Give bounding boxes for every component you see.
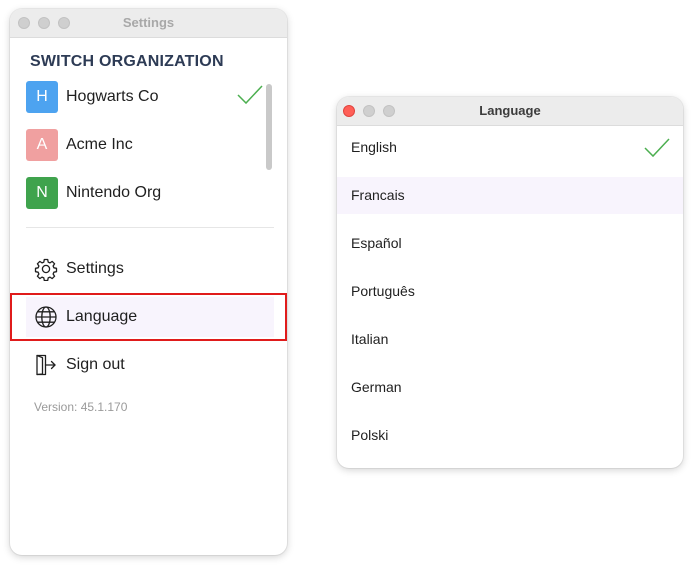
divider — [26, 227, 274, 228]
org-name: Hogwarts Co — [66, 88, 159, 105]
org-list-scrollbar[interactable] — [266, 84, 272, 170]
language-option-portugues[interactable]: Português — [337, 273, 683, 310]
language-label: Francais — [351, 187, 405, 203]
language-titlebar: Language — [337, 97, 683, 126]
window-title: Settings — [122, 15, 175, 30]
org-avatar: H — [26, 81, 58, 113]
org-avatar: A — [26, 129, 58, 161]
gear-icon — [34, 258, 58, 281]
language-option-francais[interactable]: Francais — [337, 177, 683, 214]
language-label: German — [351, 379, 402, 395]
window-title: Language — [479, 103, 541, 118]
language-label: Polski — [351, 427, 389, 443]
language-option-polski[interactable]: Polski — [337, 417, 683, 454]
menu-label: Sign out — [66, 356, 125, 373]
org-item-acme[interactable]: A Acme Inc — [26, 129, 261, 161]
settings-window: Settings SWITCH ORGANIZATION H Hogwarts … — [10, 9, 287, 555]
checkmark-icon — [237, 85, 263, 105]
highlight-box — [10, 293, 287, 341]
language-option-espanol[interactable]: Español — [337, 225, 683, 262]
language-label: Italian — [351, 331, 389, 347]
version-text: Version: 45.1.170 — [34, 400, 128, 414]
language-option-english[interactable]: English — [337, 129, 683, 166]
menu-item-settings[interactable]: Settings — [26, 249, 274, 289]
menu-label: Settings — [66, 260, 124, 277]
org-item-hogwarts[interactable]: H Hogwarts Co — [26, 81, 263, 113]
language-label: English — [351, 139, 397, 155]
org-name: Nintendo Org — [66, 184, 162, 201]
org-item-nintendo[interactable]: N Nintendo Org — [26, 177, 261, 209]
language-option-italian[interactable]: Italian — [337, 321, 683, 358]
language-window: Language English Francais Español Portug… — [337, 97, 683, 468]
org-name: Acme Inc — [66, 136, 133, 153]
menu-item-sign-out[interactable]: Sign out — [26, 345, 274, 385]
org-avatar: N — [26, 177, 58, 209]
language-option-german[interactable]: German — [337, 369, 683, 406]
sign-out-icon — [36, 354, 56, 376]
language-label: Português — [351, 283, 415, 299]
section-title: SWITCH ORGANIZATION — [30, 53, 224, 70]
settings-titlebar: Settings — [10, 9, 287, 38]
language-label: Español — [351, 235, 402, 251]
checkmark-icon — [644, 138, 670, 158]
